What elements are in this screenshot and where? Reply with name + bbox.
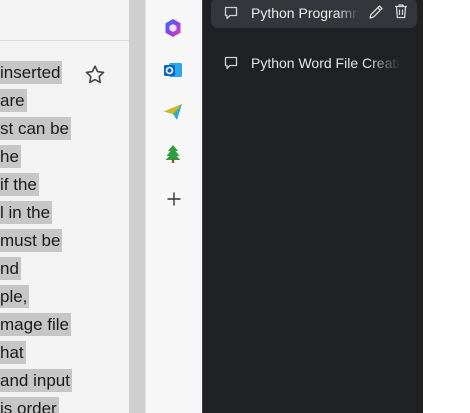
document-divider bbox=[0, 40, 129, 41]
document-line: mage file bbox=[0, 313, 71, 336]
document-scrollbar[interactable] bbox=[129, 0, 145, 413]
copilot-icon[interactable] bbox=[162, 17, 184, 39]
document-line: nd bbox=[0, 257, 21, 280]
chat-item-label: Python Programming bbox=[251, 5, 359, 21]
document-line: ple, bbox=[0, 285, 30, 308]
document-panel: inserted are st can be he if the l in th… bbox=[0, 0, 129, 413]
document-line: he bbox=[0, 145, 21, 168]
chat-item-label: Python Word File Creation bbox=[251, 55, 401, 71]
chat-bubble-icon bbox=[224, 56, 238, 70]
chat-item-python-word-file[interactable]: Python Word File Creation bbox=[211, 48, 417, 78]
extension-toolbar bbox=[145, 0, 202, 413]
chat-history-sidebar: Python Programming Python Word File Crea… bbox=[202, 0, 423, 413]
document-line: st can be bbox=[0, 117, 71, 140]
right-background bbox=[423, 0, 470, 413]
chat-bubble-icon bbox=[224, 6, 238, 20]
trash-icon[interactable] bbox=[392, 2, 410, 20]
plus-icon[interactable] bbox=[164, 189, 184, 209]
tree-icon[interactable] bbox=[162, 143, 184, 165]
document-line: if the bbox=[0, 173, 39, 196]
pencil-icon[interactable] bbox=[367, 3, 385, 21]
outlook-icon[interactable] bbox=[162, 59, 184, 81]
document-line: hat bbox=[0, 341, 26, 364]
document-line: and input bbox=[0, 369, 72, 392]
document-line: is order bbox=[0, 397, 125, 413]
document-line: l in the bbox=[0, 201, 53, 224]
chat-item-python-programming[interactable]: Python Programming bbox=[211, 0, 417, 28]
document-line: are bbox=[0, 89, 27, 112]
send-icon[interactable] bbox=[162, 101, 184, 123]
document-text[interactable]: inserted are st can be he if the l in th… bbox=[0, 61, 125, 413]
document-line: must be bbox=[0, 229, 63, 252]
star-icon[interactable] bbox=[83, 63, 107, 87]
